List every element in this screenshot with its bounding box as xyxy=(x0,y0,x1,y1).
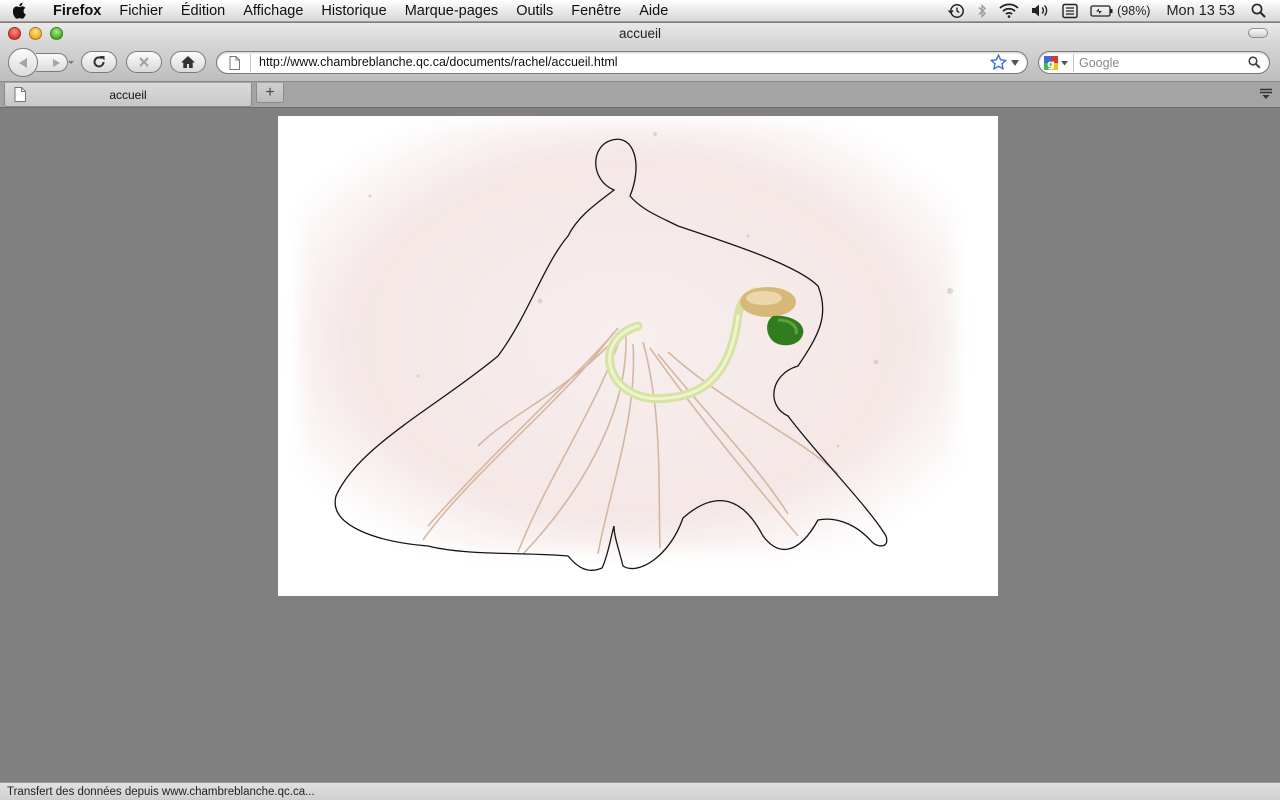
window-minimize-button[interactable] xyxy=(29,27,42,40)
keyboard-icon[interactable] xyxy=(1056,0,1084,22)
menu-fenetre[interactable]: Fenêtre xyxy=(562,0,630,22)
menu-outils[interactable]: Outils xyxy=(507,0,562,22)
magnifier-icon[interactable] xyxy=(1248,56,1261,72)
forward-icon xyxy=(52,58,60,67)
window-titlebar: accueil xyxy=(0,23,1280,44)
paper-texture xyxy=(300,122,956,552)
url-dropdown-icon[interactable] xyxy=(1011,60,1019,66)
back-button[interactable] xyxy=(8,48,38,77)
menu-affichage[interactable]: Affichage xyxy=(234,0,312,22)
menu-aide[interactable]: Aide xyxy=(630,0,677,22)
seedling-artwork-image[interactable] xyxy=(278,116,998,596)
google-icon: g xyxy=(1044,56,1058,71)
back-icon xyxy=(19,57,27,68)
url-text[interactable]: http://www.chambreblanche.qc.ca/document… xyxy=(259,52,618,73)
tab-accueil[interactable]: accueil xyxy=(4,83,252,107)
window-title: accueil xyxy=(618,26,662,41)
stop-icon xyxy=(139,57,149,67)
stop-button[interactable] xyxy=(126,51,162,73)
url-bar[interactable]: http://www.chambreblanche.qc.ca/document… xyxy=(216,51,1028,74)
menu-app-firefox[interactable]: Firefox xyxy=(40,0,110,22)
search-separator xyxy=(1073,54,1074,72)
tab-label: accueil xyxy=(109,88,147,102)
status-bar: Transfert des données depuis www.chambre… xyxy=(0,782,1280,800)
bluetooth-icon[interactable] xyxy=(971,0,993,22)
history-dropdown-icon[interactable] xyxy=(68,61,74,64)
home-button[interactable] xyxy=(170,51,206,73)
list-all-tabs-icon xyxy=(1260,88,1272,99)
forward-button[interactable] xyxy=(36,53,68,72)
navigation-toolbar: http://www.chambreblanche.qc.ca/document… xyxy=(0,44,1280,81)
new-tab-button[interactable]: + xyxy=(256,83,284,103)
tab-strip: accueil + xyxy=(0,81,1280,108)
apple-menu-icon[interactable] xyxy=(0,0,40,22)
url-separator xyxy=(250,54,251,72)
reload-button[interactable] xyxy=(81,51,117,73)
spotlight-icon[interactable] xyxy=(1245,0,1272,22)
page-content xyxy=(0,108,1280,782)
tab-list-button[interactable] xyxy=(1256,85,1276,103)
search-engine-selector[interactable]: g xyxy=(1043,55,1071,71)
search-bar[interactable]: g xyxy=(1038,51,1270,74)
toolbar-toggle-button[interactable] xyxy=(1248,28,1268,38)
wifi-icon[interactable] xyxy=(993,0,1025,22)
window-close-button[interactable] xyxy=(8,27,21,40)
battery-percent: (98%) xyxy=(1117,3,1151,18)
window-zoom-button[interactable] xyxy=(50,27,63,40)
battery-status[interactable]: (98%) xyxy=(1084,0,1156,22)
menu-marque-pages[interactable]: Marque-pages xyxy=(396,0,508,22)
menu-fichier[interactable]: Fichier xyxy=(110,0,172,22)
volume-icon[interactable] xyxy=(1025,0,1056,22)
home-icon xyxy=(181,56,195,68)
engine-dropdown-icon xyxy=(1061,60,1068,65)
page-icon[interactable] xyxy=(229,56,240,73)
star-icon[interactable] xyxy=(989,53,1008,74)
menubar-clock[interactable]: Mon 13 53 xyxy=(1156,0,1245,22)
battery-icon xyxy=(1090,4,1113,17)
time-machine-icon[interactable] xyxy=(942,0,971,22)
back-forward-group xyxy=(8,48,68,77)
menu-historique[interactable]: Historique xyxy=(312,0,395,22)
reload-icon xyxy=(93,56,105,68)
svg-text:g: g xyxy=(1047,58,1055,71)
status-text: Transfert des données depuis www.chambre… xyxy=(7,786,315,798)
menubar: Firefox Fichier Édition Affichage Histor… xyxy=(0,0,1280,22)
search-input[interactable] xyxy=(1079,53,1239,73)
menu-edition[interactable]: Édition xyxy=(172,0,234,22)
